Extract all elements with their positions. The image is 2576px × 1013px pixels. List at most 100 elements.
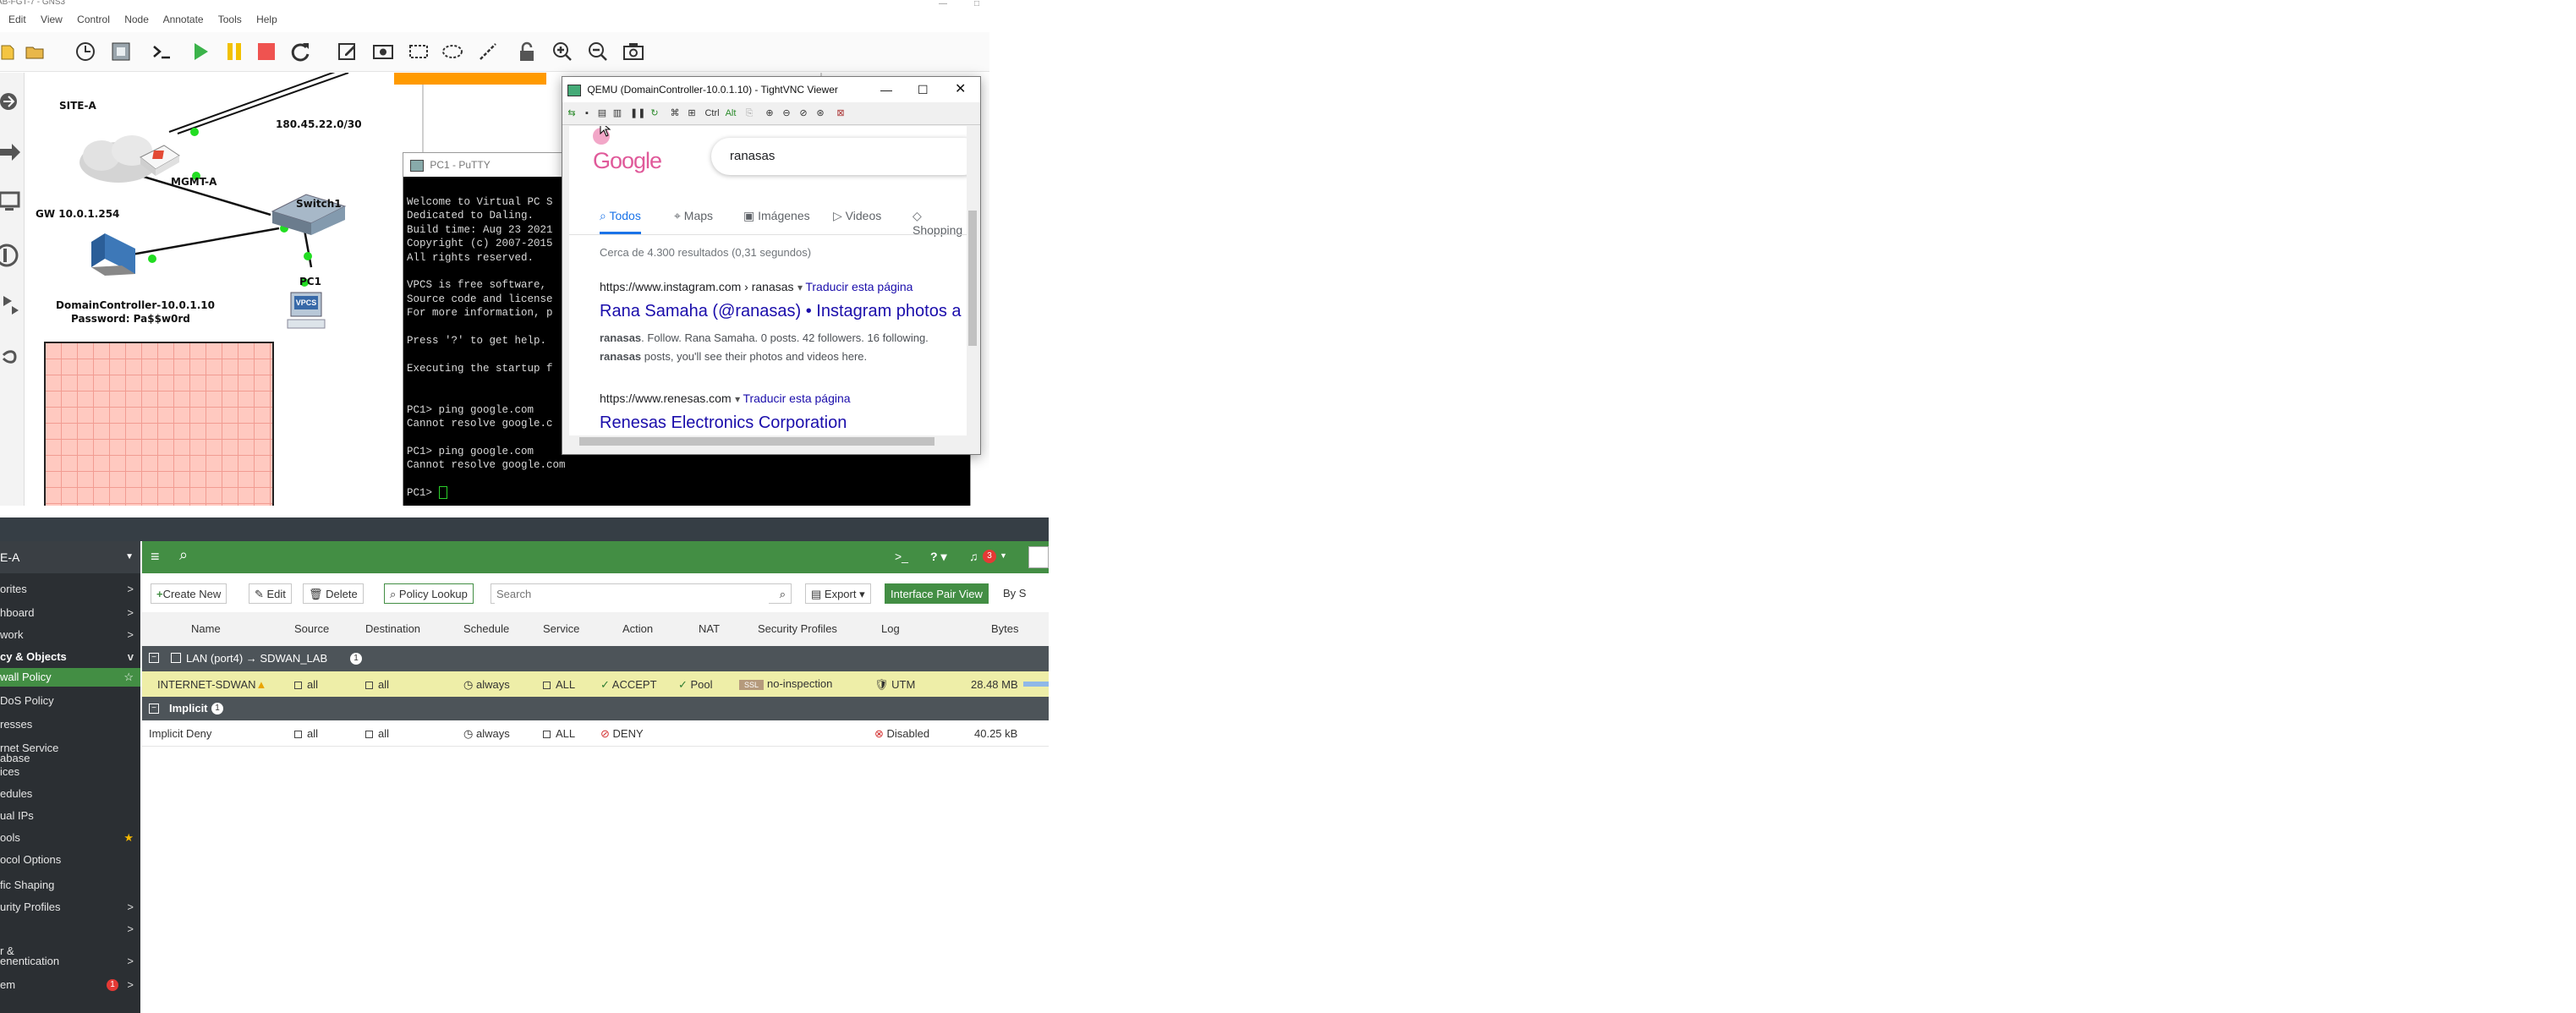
ellipse-icon[interactable] xyxy=(440,39,465,64)
vertical-scrollbar[interactable] xyxy=(967,126,978,435)
edit-button[interactable]: ✎ Edit xyxy=(249,583,292,604)
column-log[interactable]: Log xyxy=(881,622,900,635)
sidebar-item[interactable]: orites > xyxy=(0,580,140,599)
sidebar-item[interactable]: hboard > xyxy=(0,604,140,622)
lock-icon[interactable] xyxy=(514,39,540,64)
column-destination[interactable]: Destination xyxy=(365,622,420,635)
column-action[interactable]: Action xyxy=(622,622,653,635)
refresh-icon[interactable]: ↻ xyxy=(647,106,662,121)
rectangle-icon[interactable] xyxy=(406,39,431,64)
fullscreen-icon[interactable]: ⊠ xyxy=(833,106,848,121)
sidebar-item[interactable]: work > xyxy=(0,626,140,644)
sidebar-item[interactable]: ools ★ xyxy=(0,829,140,847)
tab-images[interactable]: ▣ Imágenes xyxy=(743,209,810,223)
sidebar-item[interactable]: fic Shaping xyxy=(0,876,140,895)
stop-icon[interactable] xyxy=(254,39,279,64)
favorite-star-icon[interactable]: ☆ xyxy=(123,668,134,687)
collapse-icon[interactable]: − xyxy=(149,704,159,714)
menu-edit[interactable]: Edit xyxy=(8,14,26,25)
sidebar-item[interactable]: edules xyxy=(0,785,140,803)
by-sequence-button[interactable]: By S xyxy=(998,583,1032,604)
group-header[interactable]: − Implicit 1 xyxy=(142,697,1049,720)
column-nat[interactable]: NAT xyxy=(699,622,720,635)
search-icon[interactable]: ⌕ xyxy=(179,546,188,564)
zoom-in-icon[interactable]: ⊕ xyxy=(762,106,777,121)
browse-security-icon[interactable] xyxy=(0,238,22,272)
minimize-icon[interactable]: — xyxy=(880,77,892,102)
interface-pair-view-button[interactable]: Interface Pair View xyxy=(885,583,989,604)
zoom-100-icon[interactable]: ⊘ xyxy=(796,106,811,121)
browse-switches-icon[interactable] xyxy=(0,135,22,169)
column-source[interactable]: Source xyxy=(294,622,329,635)
clipboard-icon[interactable]: ⎘ xyxy=(742,106,757,121)
search-field[interactable]: ⌕ xyxy=(491,583,792,604)
table-row[interactable]: INTERNET-SDWAN▲ all all ◷ always ALL ✓ A… xyxy=(142,671,1049,697)
zoom-out-icon[interactable] xyxy=(585,39,611,64)
sidebar-item[interactable]: resses xyxy=(0,715,140,734)
search-icon[interactable]: ⌕ xyxy=(780,584,786,605)
screenshot-icon[interactable] xyxy=(621,39,646,64)
column-service[interactable]: Service xyxy=(543,622,579,635)
column-name[interactable]: Name xyxy=(191,622,221,635)
pause-icon[interactable]: ❚❚ xyxy=(630,106,645,121)
maximize-icon[interactable]: ☐ xyxy=(918,77,929,102)
search-input[interactable] xyxy=(495,584,769,604)
info-icon[interactable]: ▥ xyxy=(610,106,625,121)
cli-console-icon[interactable]: >_ xyxy=(895,550,908,563)
collapse-icon[interactable]: − xyxy=(149,653,159,663)
sidebar-item[interactable]: wall Policy ☆ xyxy=(0,668,140,687)
menu-node[interactable]: Node xyxy=(124,14,149,25)
result-url[interactable]: https://www.instagram.com › ranasas xyxy=(600,280,794,293)
hamburger-menu-icon[interactable]: ≡ xyxy=(151,548,160,566)
save-icon[interactable]: ▪ xyxy=(579,106,595,121)
browse-routers-icon[interactable] xyxy=(0,85,22,118)
sidebar-item[interactable]: ual IPs xyxy=(0,807,140,825)
sidebar-item[interactable]: ocol Options xyxy=(0,851,140,869)
scrollbar-thumb[interactable] xyxy=(579,437,934,446)
sidebar-item[interactable]: > xyxy=(0,920,140,939)
menu-annotate[interactable]: Annotate xyxy=(163,14,204,25)
zoom-fit-icon[interactable]: ⊛ xyxy=(813,106,828,121)
minimize-icon[interactable]: — xyxy=(939,0,947,8)
new-connection-icon[interactable]: ⇆ xyxy=(564,106,579,121)
tab-maps[interactable]: ⌖ Maps xyxy=(674,209,713,223)
alt-toggle[interactable]: Alt xyxy=(723,106,738,121)
browse-all-icon[interactable] xyxy=(0,287,22,321)
policy-lookup-button[interactable]: ⌕ Policy Lookup xyxy=(384,583,474,604)
favorite-star-icon[interactable]: ★ xyxy=(123,829,134,847)
server-icon[interactable] xyxy=(85,230,144,289)
area-rectangle[interactable] xyxy=(44,342,274,506)
menu-tools[interactable]: Tools xyxy=(218,14,242,25)
tab-todos[interactable]: ⌕ Todos xyxy=(600,209,641,234)
google-logo[interactable]: Google xyxy=(593,148,662,174)
translate-link[interactable]: Traducir esta página xyxy=(743,392,850,405)
note-icon[interactable] xyxy=(335,39,360,64)
sidebar-item[interactable]: DoS Policy xyxy=(0,692,140,710)
menu-help[interactable]: Help xyxy=(256,14,277,25)
column-security-profiles[interactable]: Security Profiles xyxy=(758,622,837,635)
column-schedule[interactable]: Schedule xyxy=(463,622,509,635)
result-url[interactable]: https://www.renesas.com xyxy=(600,392,732,405)
vnc-viewer-window[interactable]: QEMU (DomainController-10.0.1.10) - Tigh… xyxy=(562,76,981,455)
remote-desktop-browser[interactable]: Google ranasas ⌕ Todos ⌖ Maps ▣ Imágenes… xyxy=(569,126,967,435)
bell-icon[interactable]: ♫ xyxy=(969,550,978,563)
image-icon[interactable] xyxy=(370,39,396,64)
reload-icon[interactable] xyxy=(288,39,313,64)
column-bytes[interactable]: Bytes xyxy=(991,622,1019,635)
options-icon[interactable]: ▤ xyxy=(595,106,610,121)
table-row[interactable]: Implicit Deny all all ◷ always ALL ⊘ DEN… xyxy=(142,720,1049,747)
start-menu-icon[interactable]: ⊞ xyxy=(684,106,699,121)
add-link-icon[interactable] xyxy=(0,343,22,377)
zoom-out-icon[interactable]: ⊖ xyxy=(779,106,794,121)
sidebar-item[interactable]: cy & Objects v xyxy=(0,648,140,666)
export-button[interactable]: ▤ Export ▾ xyxy=(805,583,871,604)
sidebar-item[interactable]: ices xyxy=(0,763,140,781)
delete-button[interactable]: 🗑 Delete xyxy=(303,583,364,604)
ctrl-alt-del-icon[interactable]: ⌘ xyxy=(667,106,682,121)
snapshot-icon[interactable] xyxy=(73,39,98,64)
maximize-icon[interactable]: □ xyxy=(974,0,979,8)
user-avatar[interactable] xyxy=(1028,546,1049,568)
tab-videos[interactable]: ▷ Videos xyxy=(833,209,881,223)
ctrl-toggle[interactable]: Ctrl xyxy=(703,106,721,121)
horizontal-scrollbar[interactable] xyxy=(569,435,967,447)
